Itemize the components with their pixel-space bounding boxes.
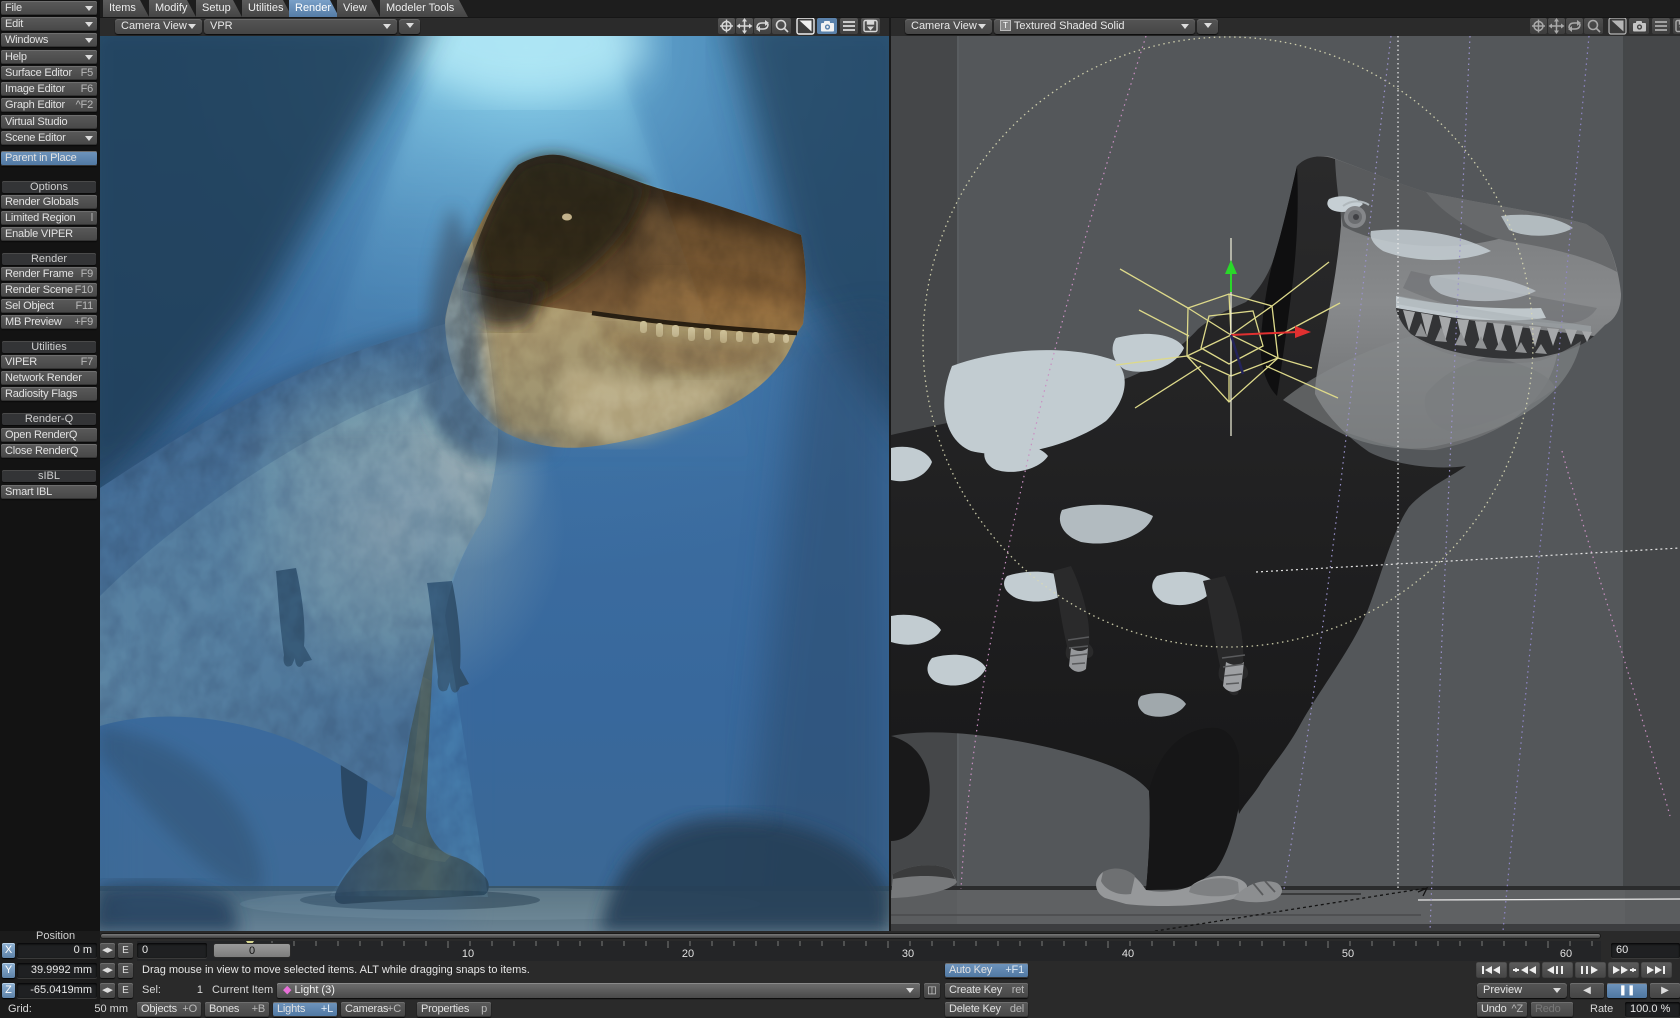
svg-text:60: 60 bbox=[1560, 948, 1572, 960]
svg-text:10: 10 bbox=[462, 948, 474, 960]
svg-text:20: 20 bbox=[682, 948, 694, 960]
svg-text:40: 40 bbox=[1122, 948, 1134, 960]
svg-text:30: 30 bbox=[902, 948, 914, 960]
svg-text:50: 50 bbox=[1342, 948, 1354, 960]
